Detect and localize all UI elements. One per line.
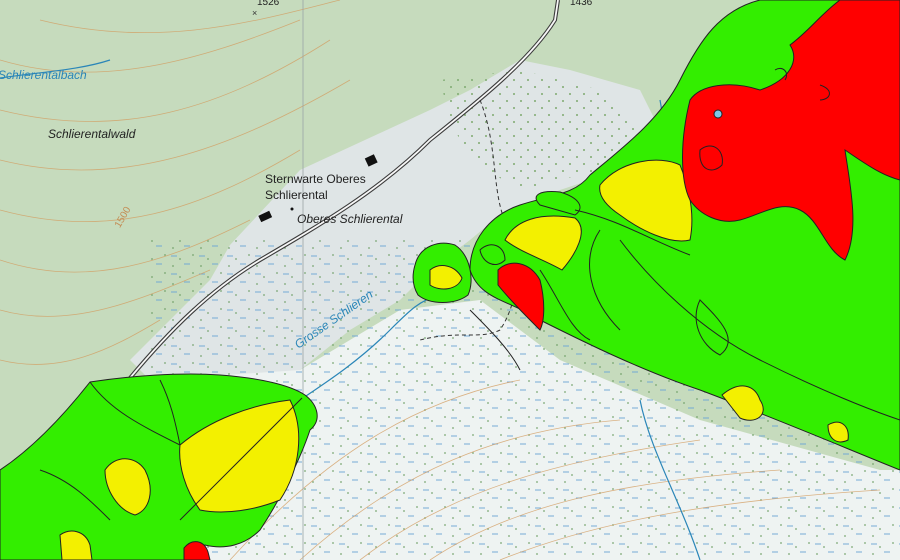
- map-view[interactable]: × 1526 1436 Schlierentalbach Schlierenta…: [0, 0, 900, 560]
- map-canvas: ×: [0, 0, 900, 560]
- spot-height-1526: 1526: [257, 0, 280, 8]
- stream-label-schlierentalbach: Schlierentalbach: [0, 68, 87, 82]
- place-label-sternwarte-line2: Schlierental: [265, 188, 328, 202]
- pond: [713, 109, 723, 119]
- spot-height-1436: 1436: [570, 0, 593, 8]
- svg-text:×: ×: [252, 8, 257, 18]
- place-label-oberes-schlierental: Oberes Schlierental: [297, 212, 403, 226]
- place-label-sternwarte-line1: Sternwarte Oberes: [265, 172, 366, 186]
- place-label-schlierentalwald: Schlierentalwald: [48, 127, 136, 141]
